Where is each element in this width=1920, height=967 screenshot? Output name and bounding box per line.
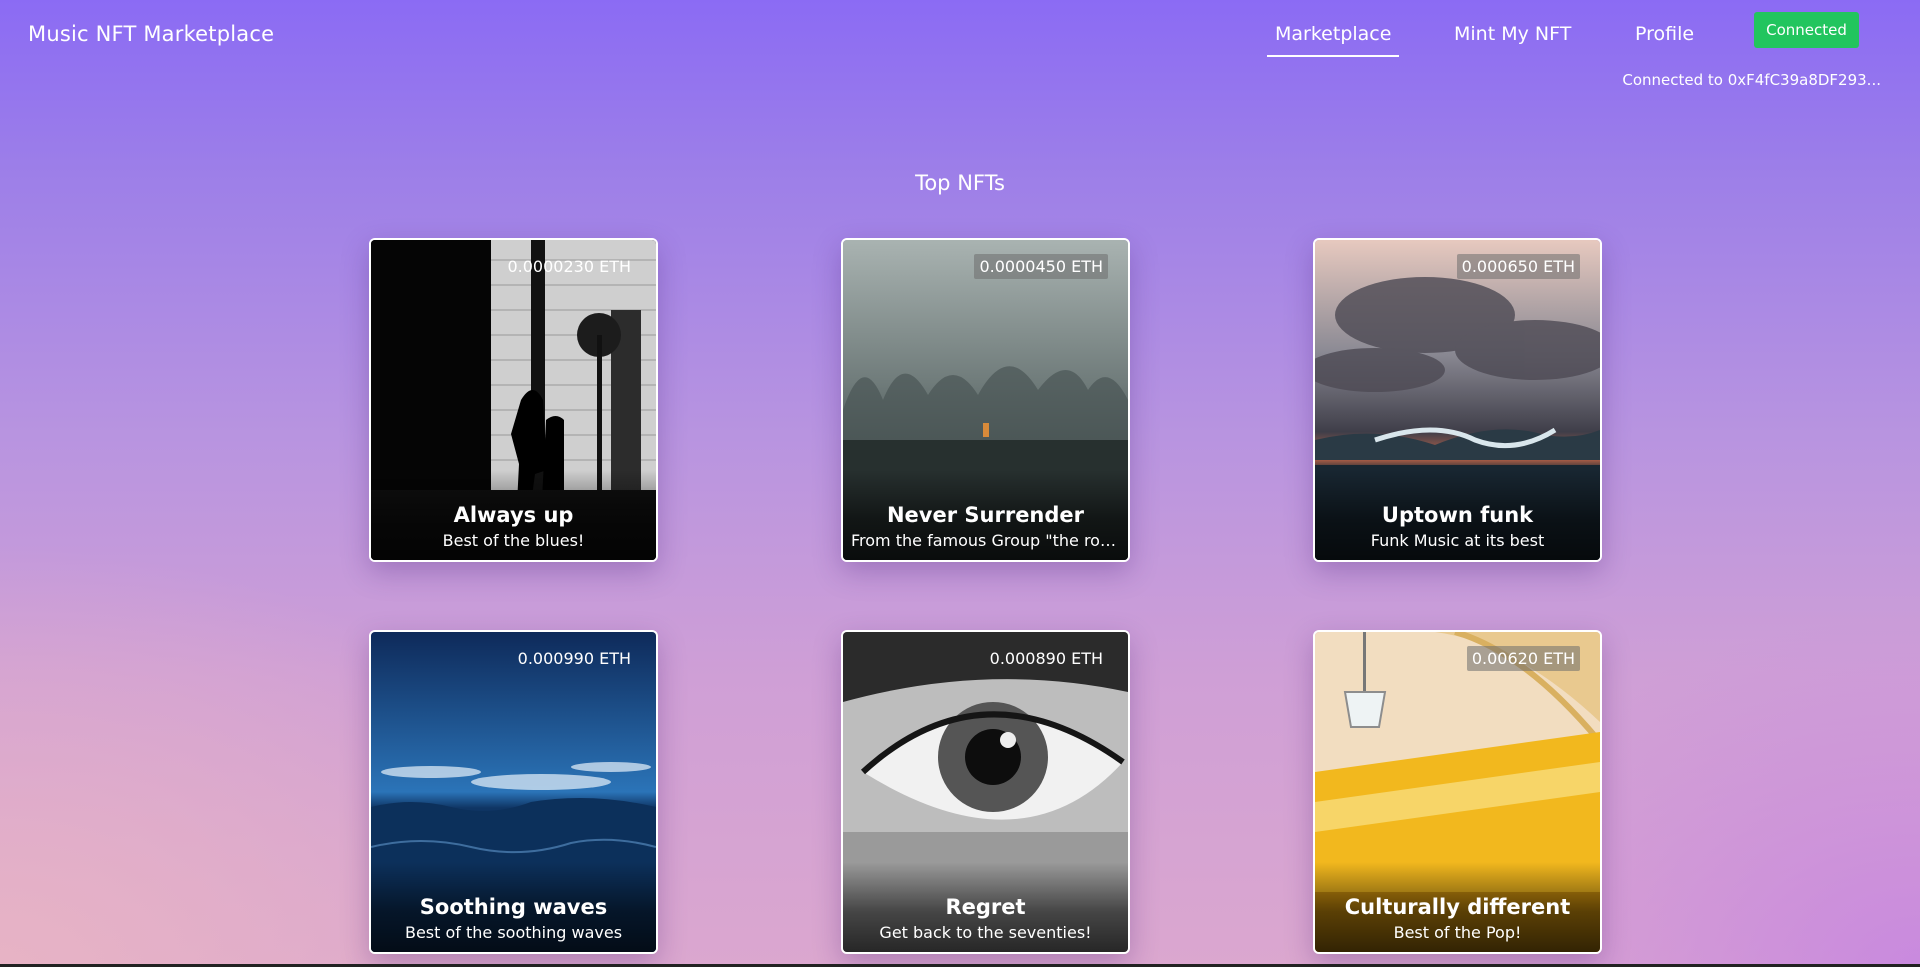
price-badge: 0.00620 ETH [1466, 646, 1580, 671]
price-badge: 0.000890 ETH [989, 649, 1103, 668]
connect-wallet-button[interactable]: Connected [1754, 12, 1859, 48]
wallet-address: Connected to 0xF4fC39a8DF293... [1622, 71, 1881, 89]
nft-title: Soothing waves [419, 895, 608, 919]
nft-description: Best of the blues! [442, 531, 585, 550]
nav-mint-my-nft[interactable]: Mint My NFT [1454, 23, 1571, 45]
nft-description: Best of the soothing waves [404, 923, 623, 942]
nft-description: Funk Music at its best [1370, 531, 1545, 550]
nft-title: Regret [945, 895, 1026, 919]
section-title: Top NFTs [915, 171, 1005, 195]
nft-card[interactable]: 0.000650 ETH Uptown funk Funk Music at i… [1313, 238, 1602, 562]
nft-card[interactable]: 0.000990 ETH Soothing waves Best of the … [369, 630, 658, 954]
nft-description: Get back to the seventies! [879, 923, 1092, 942]
nft-title: Always up [453, 503, 574, 527]
price-badge: 0.000650 ETH [1456, 254, 1580, 279]
nav-profile[interactable]: Profile [1635, 23, 1694, 45]
nft-card[interactable]: 0.0000450 ETH Never Surrender From the f… [841, 238, 1130, 562]
nft-card[interactable]: 0.00620 ETH Culturally different Best of… [1313, 630, 1602, 954]
price-badge: 0.000990 ETH [517, 649, 631, 668]
price-badge: 0.0000450 ETH [974, 254, 1108, 279]
nav-marketplace[interactable]: Marketplace [1266, 23, 1400, 57]
nft-card[interactable]: 0.0000230 ETH Always up Best of the blue… [369, 238, 658, 562]
nft-card[interactable]: 0.000890 ETH Regret Get back to the seve… [841, 630, 1130, 954]
brand-title[interactable]: Music NFT Marketplace [28, 22, 274, 46]
nft-title: Culturally different [1344, 895, 1571, 919]
nft-description: Best of the Pop! [1393, 923, 1522, 942]
price-badge: 0.0000230 ETH [507, 257, 631, 276]
nft-title: Never Surrender [886, 503, 1085, 527]
nft-description: From the famous Group "the roo... [851, 531, 1120, 550]
nft-title: Uptown funk [1381, 503, 1534, 527]
